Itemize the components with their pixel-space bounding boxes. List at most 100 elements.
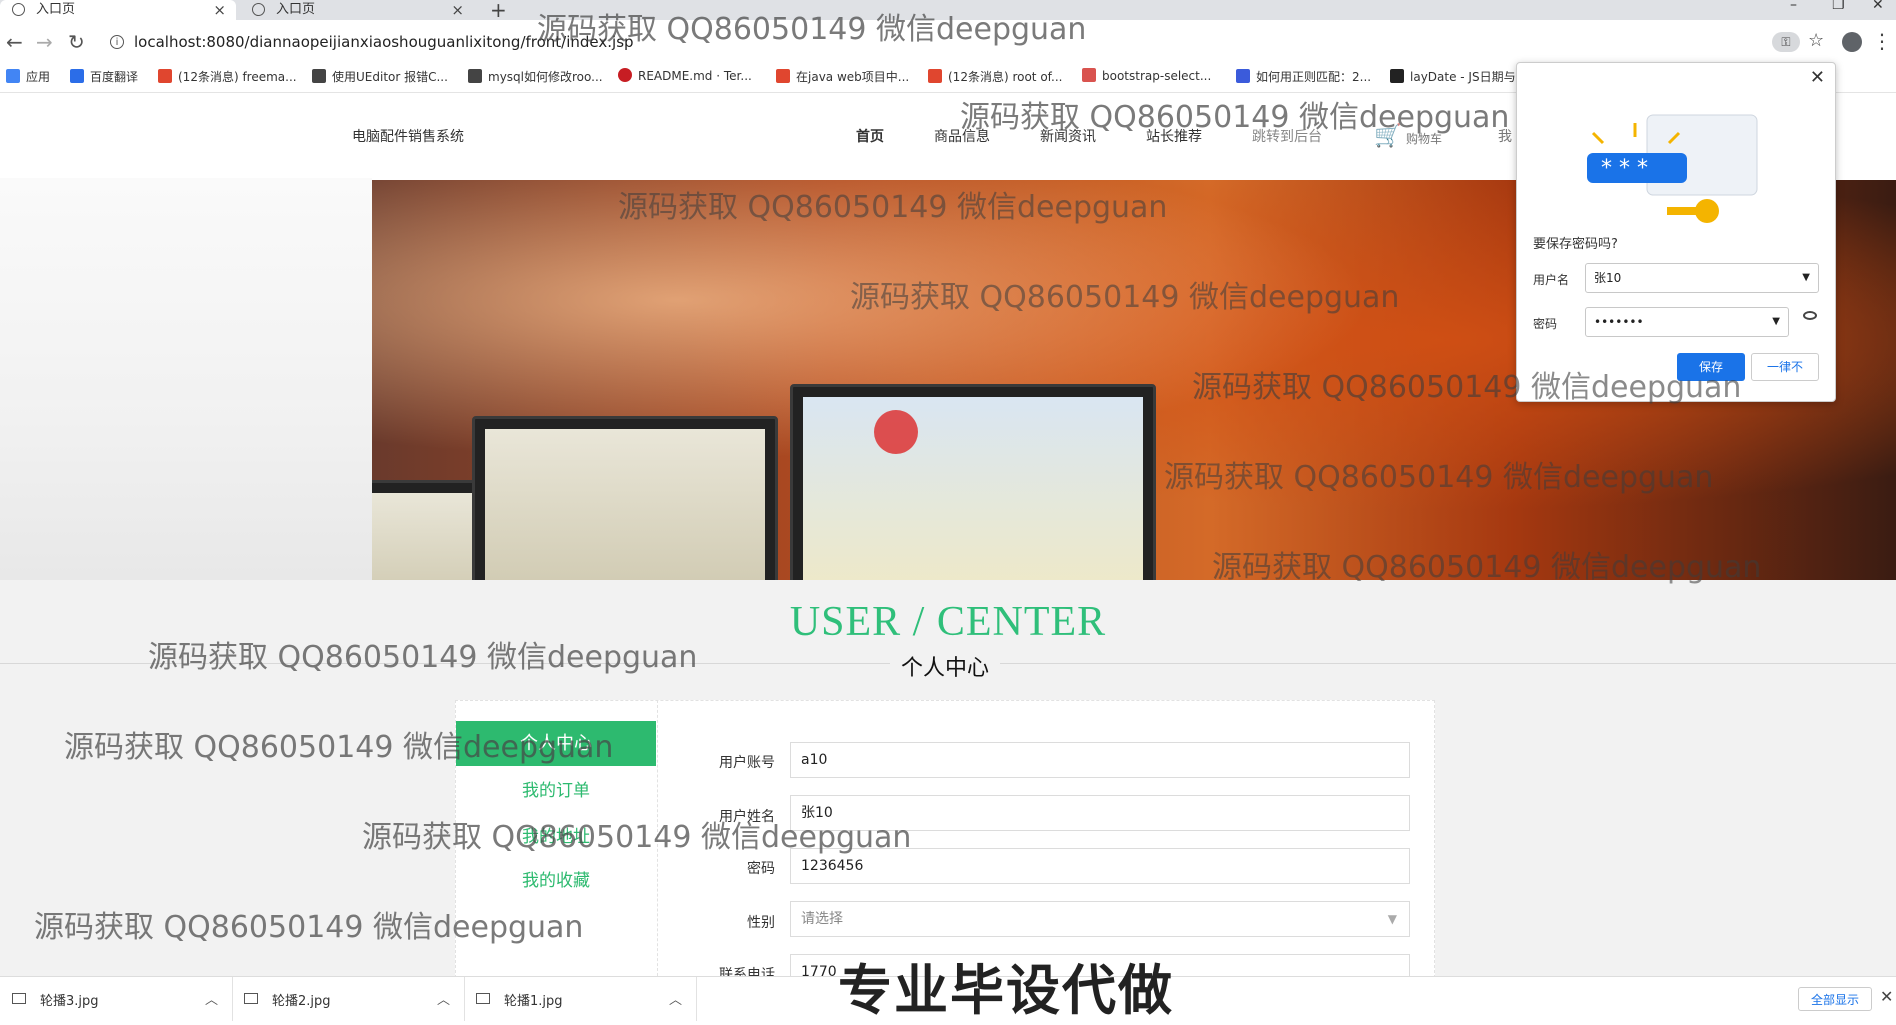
nav-recommend[interactable]: 站长推荐	[1146, 126, 1202, 146]
dropdown-arrow-icon: ▼	[1802, 272, 1810, 283]
nav-home[interactable]: 首页	[856, 126, 884, 146]
profile-avatar-icon[interactable]	[1842, 32, 1862, 52]
nav-news[interactable]: 新闻资讯	[1040, 126, 1096, 146]
big-watermark: 专业毕设代做	[838, 959, 1174, 1022]
banner-left-fade	[0, 178, 372, 580]
download-filename: 轮播1.jpg	[504, 994, 563, 1009]
bookmark-item[interactable]: bootstrap-select...	[1082, 68, 1211, 83]
csdn-icon	[776, 69, 790, 83]
password-input[interactable]: 1236456	[790, 848, 1410, 884]
globe-icon	[252, 3, 265, 16]
field-label: 用户姓名	[719, 809, 775, 825]
baidu-icon	[1236, 69, 1250, 83]
tab-close-icon[interactable]: ×	[213, 0, 226, 20]
section-title-cn: 个人中心	[890, 650, 1000, 682]
key-icon[interactable]: ⚿	[1772, 32, 1800, 52]
tab-close-icon[interactable]: ×	[451, 0, 464, 20]
info-icon[interactable]: i	[110, 35, 124, 49]
nav-admin[interactable]: 跳转到后台	[1252, 126, 1322, 146]
tab-label: 入口页	[36, 2, 76, 17]
menu-item-address[interactable]: 我的地址	[456, 822, 656, 847]
field-label: 性别	[747, 915, 775, 931]
monitor-image	[472, 416, 778, 580]
gender-select[interactable]: 请选择 ▼	[790, 901, 1410, 937]
image-file-icon	[12, 993, 26, 1004]
gitee-icon	[618, 68, 632, 82]
nav-cart[interactable]: 购物车	[1406, 130, 1442, 147]
eye-icon[interactable]	[1803, 311, 1817, 320]
cursor-highlight	[874, 410, 918, 454]
bookmark-item[interactable]: 百度翻译	[70, 68, 138, 85]
bookmark-item[interactable]: (12条消息) root of...	[928, 68, 1062, 85]
close-downloads-icon[interactable]: ✕	[1880, 987, 1893, 1006]
site-icon	[468, 69, 482, 83]
password-illustration: * * *	[1587, 114, 1758, 223]
site-icon	[1390, 69, 1404, 83]
apps-grid-icon	[6, 69, 20, 83]
translate-icon	[70, 69, 84, 83]
tab-strip: 入口页 × 入口页 × + – ❐ ✕	[0, 0, 1896, 22]
chevron-down-icon: ▼	[1387, 912, 1397, 926]
name-input[interactable]: 张10	[790, 795, 1410, 831]
tab-1[interactable]: 入口页 ×	[0, 0, 236, 20]
chevron-up-icon[interactable]: ︿	[205, 989, 218, 1008]
minimize-button[interactable]: –	[1790, 0, 1797, 13]
chevron-up-icon[interactable]: ︿	[669, 989, 682, 1008]
menu-item-favorites[interactable]: 我的收藏	[456, 866, 656, 891]
csdn-icon	[158, 69, 172, 83]
back-icon[interactable]: ←	[6, 30, 23, 54]
site-icon	[312, 69, 326, 83]
more-menu-icon[interactable]: ⋮	[1872, 29, 1892, 53]
image-file-icon	[244, 993, 258, 1004]
never-save-button[interactable]: 一律不	[1751, 353, 1819, 381]
download-filename: 轮播2.jpg	[272, 994, 331, 1009]
image-file-icon	[476, 993, 490, 1004]
tab-label: 入口页	[276, 2, 316, 17]
dropdown-arrow-icon: ▼	[1772, 316, 1780, 327]
account-input[interactable]: a10	[790, 742, 1410, 778]
bookmark-item[interactable]: 在java web项目中...	[776, 68, 909, 85]
restore-button[interactable]: ❐	[1832, 0, 1845, 13]
popup-title: 要保存密码吗?	[1533, 237, 1618, 252]
save-password-button[interactable]: 保存	[1677, 353, 1745, 381]
download-filename: 轮播3.jpg	[40, 994, 99, 1009]
popup-username-select[interactable]: 张10 ▼	[1585, 263, 1819, 293]
password-stars: * * *	[1601, 156, 1648, 181]
download-item[interactable]: 轮播2.jpg ︿	[232, 977, 465, 1021]
menu-item-orders[interactable]: 我的订单	[456, 776, 656, 801]
bookmark-item[interactable]: (12条消息) freema...	[158, 68, 297, 85]
close-icon[interactable]: ✕	[1810, 67, 1825, 88]
popup-password-label: 密码	[1533, 317, 1558, 331]
globe-icon	[12, 3, 25, 16]
save-password-popup: ✕ * * * 要保存密码吗? 用户名 张10 ▼ 密码 ••••••• ▼ 保存 …	[1516, 62, 1836, 402]
tab-2[interactable]: 入口页 ×	[240, 0, 474, 20]
site-icon	[1082, 68, 1096, 82]
window-close-button[interactable]: ✕	[1872, 0, 1884, 13]
bookmark-item[interactable]: 应用	[6, 68, 50, 85]
popup-username-label: 用户名	[1533, 273, 1570, 287]
bookmark-item[interactable]: layDate - JS日期与	[1390, 68, 1516, 85]
cart-icon[interactable]: 🛒	[1374, 124, 1401, 149]
download-item[interactable]: 轮播1.jpg ︿	[464, 977, 697, 1021]
show-all-downloads-button[interactable]: 全部显示	[1798, 987, 1872, 1011]
download-item[interactable]: 轮播3.jpg ︿	[0, 977, 233, 1021]
reload-icon[interactable]: ↻	[68, 30, 85, 54]
monitor-image	[790, 384, 1156, 580]
field-label: 用户账号	[719, 755, 775, 771]
bookmark-item[interactable]: mysql如何修改roo...	[468, 68, 603, 85]
field-label: 密码	[747, 861, 775, 877]
bookmark-star-icon[interactable]: ☆	[1808, 30, 1824, 51]
bookmark-item[interactable]: README.md · Ter...	[618, 68, 752, 83]
forward-icon[interactable]: →	[36, 30, 53, 54]
nav-products[interactable]: 商品信息	[934, 126, 990, 146]
menu-item-profile[interactable]: 个人中心	[456, 721, 656, 766]
bookmark-item[interactable]: 使用UEditor 报错C...	[312, 68, 448, 85]
chevron-up-icon[interactable]: ︿	[437, 989, 450, 1008]
bookmark-item[interactable]: 如何用正则匹配：2...	[1236, 68, 1371, 85]
new-tab-button[interactable]: +	[490, 0, 507, 22]
url-input[interactable]: localhost:8080/diannaopeijianxiaoshougua…	[134, 33, 634, 51]
csdn-icon	[928, 69, 942, 83]
nav-me[interactable]: 我	[1498, 126, 1512, 146]
popup-password-select[interactable]: ••••••• ▼	[1585, 307, 1789, 337]
site-title: 电脑配件销售系统	[352, 129, 464, 145]
